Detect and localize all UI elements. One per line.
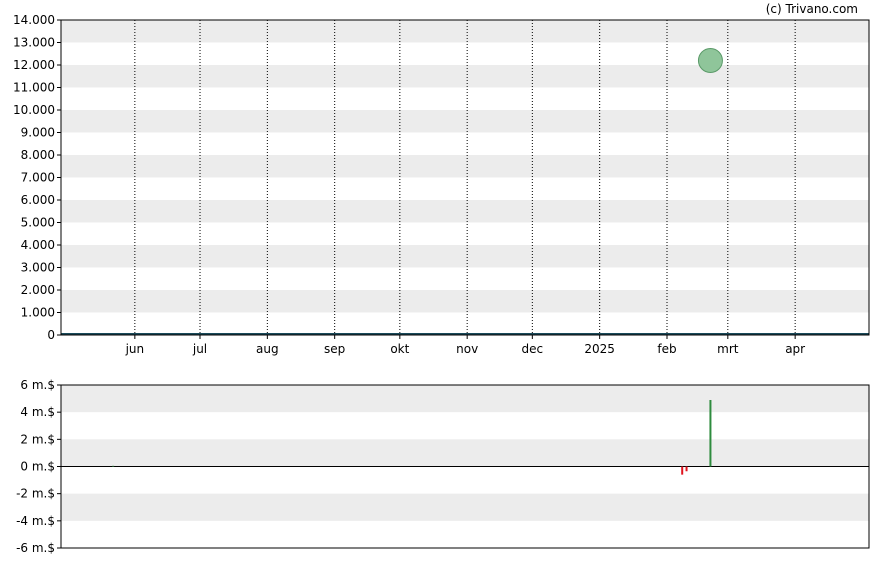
y-tick-label: 0 m.$	[20, 460, 55, 474]
chart-root: (c) Trivano.com 0 1.000 2.000 3.000 4.000 5.0…	[0, 0, 888, 565]
x-tick-label: jul	[192, 342, 207, 356]
x-tick-label: feb	[657, 342, 676, 356]
x-tick-label: apr	[785, 342, 805, 356]
grid-band	[61, 110, 869, 133]
volume-chart: 6 m.$ 4 m.$ 2 m.$ 0 m.$ -2 m.$ -4 m.$ -6 m.$	[16, 378, 870, 555]
x-tick-label: aug	[256, 342, 279, 356]
grid-band	[61, 65, 869, 88]
y-tick-label: -6 m.$	[16, 541, 55, 555]
data-point	[697, 48, 723, 73]
grid-band	[61, 385, 869, 413]
y-tick-label: 1.000	[21, 306, 55, 320]
y-tick-label: 8.000	[21, 148, 55, 162]
grid-band	[61, 290, 869, 313]
y-tick-label: 6.000	[21, 193, 55, 207]
x-tick-label: jun	[125, 342, 145, 356]
y-tick-label: 12.000	[13, 58, 55, 72]
price-chart: 0 1.000 2.000 3.000 4.000 5.000 6.000 7.000 8.00…	[13, 13, 870, 356]
y-tick-label: 10.000	[13, 103, 55, 117]
y-tick-label: 2.000	[21, 283, 55, 297]
x-tick-label: dec	[522, 342, 544, 356]
y-tick-label: 5.000	[21, 216, 55, 230]
grid-band	[61, 493, 869, 521]
y-tick-label: 4.000	[21, 238, 55, 252]
x-tick-label: sep	[324, 342, 345, 356]
y-tick-label: 6 m.$	[20, 378, 55, 392]
grid-band	[61, 20, 869, 43]
y-tick-label: 7.000	[21, 171, 55, 185]
y-tick-label: 13.000	[13, 36, 55, 50]
y-tick-label: 0	[47, 328, 55, 342]
x-tick-label: 2025	[584, 342, 615, 356]
grid-band	[61, 439, 869, 467]
grid-band	[61, 245, 869, 268]
y-tick-label: 3.000	[21, 261, 55, 275]
grid-band	[61, 200, 869, 223]
y-tick-label: -2 m.$	[16, 487, 55, 501]
x-tick-label: nov	[456, 342, 478, 356]
y-tick-label: 9.000	[21, 126, 55, 140]
x-tick-label: okt	[390, 342, 409, 356]
x-tick-label: mrt	[717, 342, 739, 356]
y-tick-label: 2 m.$	[20, 432, 55, 446]
y-tick-label: 11.000	[13, 81, 55, 95]
y-tick-label: -4 m.$	[16, 514, 55, 528]
y-tick-label: 14.000	[13, 13, 55, 27]
y-tick-label: 4 m.$	[20, 405, 55, 419]
grid-band	[61, 155, 869, 178]
